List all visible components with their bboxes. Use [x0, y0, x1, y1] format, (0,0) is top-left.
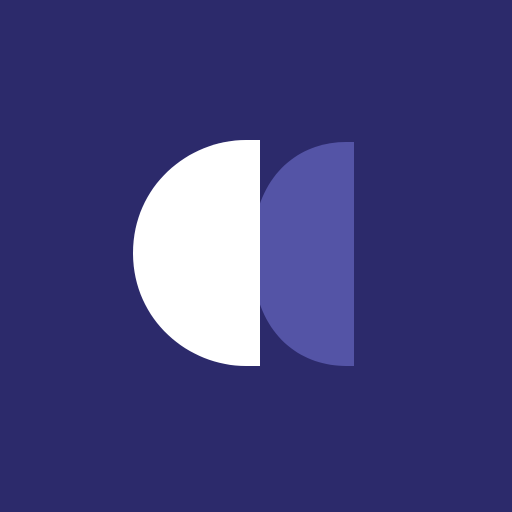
front-half-circle-shape — [133, 140, 260, 366]
half-circles-logo-icon — [133, 140, 354, 366]
back-half-circle-shape — [252, 142, 354, 366]
app-icon — [0, 0, 512, 512]
